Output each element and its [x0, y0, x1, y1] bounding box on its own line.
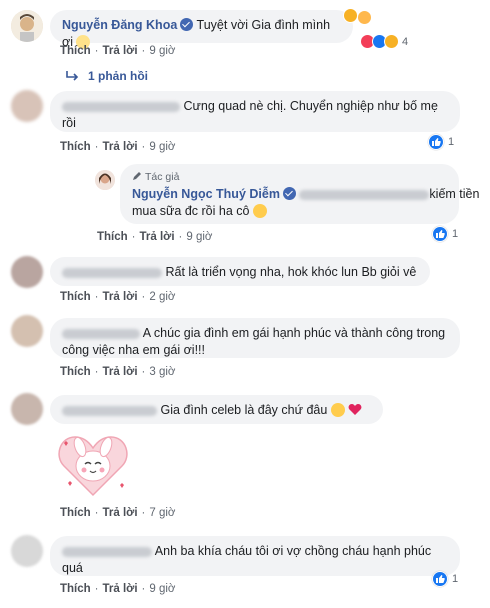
reply-arrow-icon	[66, 71, 79, 81]
reply-link[interactable]: Trả lời	[103, 507, 138, 519]
comment-text: Cưng quad nè chị. Chuyển nghiệp như bố m…	[183, 99, 438, 113]
reply-link[interactable]: Trả lời	[103, 141, 138, 153]
grin-emoji-icon	[330, 403, 345, 417]
grin-emoji-icon	[252, 204, 267, 218]
like-count: 1	[452, 573, 459, 585]
comment-bubble: Rất là triển vọng nha, hok khóc lun Bb g…	[50, 257, 430, 286]
blurred-name	[62, 405, 157, 416]
like-link[interactable]: Thích	[60, 583, 91, 595]
heart-bunny-sticker-icon	[58, 436, 128, 497]
comment-bubble: Nguyễn Đăng Khoa Tuyệt vời Gia đình mình…	[50, 10, 353, 49]
comment-bubble: A chúc gia đình em gái hạnh phúc và thàn…	[50, 318, 460, 358]
avatar[interactable]	[95, 170, 115, 190]
verified-badge-icon	[180, 18, 194, 31]
author-badge: Tác giả	[132, 169, 447, 186]
comment-bubble: Gia đình celeb là đây chứ đâu	[50, 395, 383, 424]
timestamp[interactable]: 2 giờ	[149, 291, 175, 303]
blurred-name	[62, 328, 140, 339]
like-link[interactable]: Thích	[97, 231, 128, 243]
comment-text: Gia đình celeb là đây chứ đâu	[160, 403, 328, 417]
comment-actions: Thích · Trả lời · 2 giờ	[60, 291, 176, 303]
avatar[interactable]	[11, 535, 43, 567]
reply-link[interactable]: Trả lời	[103, 366, 138, 378]
like-link[interactable]: Thích	[60, 45, 91, 57]
like-link[interactable]: Thích	[60, 141, 91, 153]
view-replies-link[interactable]: 1 phản hồi	[64, 69, 148, 83]
red-heart-icon	[348, 404, 362, 415]
pen-icon	[133, 172, 141, 180]
like-count: 1	[448, 136, 455, 148]
timestamp[interactable]: 7 giờ	[149, 507, 175, 519]
comment-text-line2: rồi	[62, 116, 76, 130]
like-count: 1	[452, 228, 459, 240]
avatar[interactable]	[11, 90, 43, 122]
verified-badge-icon	[282, 187, 296, 200]
comment-actions: Thích · Trả lời · 9 giờ	[60, 141, 176, 153]
like-link[interactable]: Thích	[60, 507, 91, 519]
blurred-name	[299, 189, 430, 200]
like-reaction-icon[interactable]	[432, 571, 448, 587]
blurred-name	[62, 101, 180, 112]
reply-link[interactable]: Trả lời	[140, 231, 175, 243]
comment-bubble: Cưng quad nè chị. Chuyển nghiệp như bố m…	[50, 91, 460, 132]
comment-actions: Thích · Trả lời · 9 giờ	[60, 583, 176, 595]
avatar-image	[11, 10, 43, 42]
like-reaction-icon[interactable]	[428, 134, 444, 150]
blurred-name	[62, 267, 162, 278]
sticker-image[interactable]	[56, 431, 130, 501]
avatar-image	[95, 170, 115, 190]
comment-actions: Thích · Trả lời · 3 giờ	[60, 366, 176, 378]
comment-text-line2: mua sữa đc rồi ha cô	[132, 204, 250, 218]
reaction-count[interactable]: 4	[402, 36, 408, 48]
reply-link[interactable]: Trả lời	[103, 583, 138, 595]
avatar[interactable]	[11, 256, 43, 288]
comment-text-line2: công việc nha em gái ơi!!!	[62, 343, 205, 357]
like-reaction-icon[interactable]	[432, 226, 448, 242]
comment-text: Anh ba khía cháu tôi ơi vợ chồng cháu hạ…	[154, 544, 432, 558]
comment-text: Rất là triển vọng nha, hok khóc lun Bb g…	[165, 265, 417, 279]
timestamp[interactable]: 3 giờ	[149, 366, 175, 378]
comment-bubble: Tác giả Nguyễn Ngọc Thuý Diễm kiếm tiền …	[120, 164, 479, 224]
like-link[interactable]: Thích	[60, 366, 91, 378]
comment-actions: Thích · Trả lời · 9 giờ	[97, 231, 213, 243]
commenter-name[interactable]: Nguyễn Đăng Khoa	[62, 18, 177, 32]
like-link[interactable]: Thích	[60, 291, 91, 303]
commenter-name[interactable]: Nguyễn Ngọc Thuý Diễm	[132, 187, 280, 201]
timestamp[interactable]: 9 giờ	[149, 45, 175, 57]
comment-actions: Thích · Trả lời · 9 giờ	[60, 45, 176, 57]
blurred-name	[62, 546, 152, 557]
comment-actions: Thích · Trả lời · 7 giờ	[60, 507, 176, 519]
comment-text: A chúc gia đình em gái hạnh phúc và thàn…	[142, 326, 446, 340]
comment-bubble: Anh ba khía cháu tôi ơi vợ chồng cháu hạ…	[50, 536, 460, 576]
timestamp[interactable]: 9 giờ	[186, 231, 212, 243]
wow-reaction-icon	[384, 34, 399, 49]
haha-reaction-icon	[343, 8, 358, 23]
timestamp[interactable]: 9 giờ	[149, 583, 175, 595]
avatar[interactable]	[11, 10, 43, 42]
timestamp[interactable]: 9 giờ	[149, 141, 175, 153]
comment-text: kiếm tiền	[429, 187, 480, 201]
reply-link[interactable]: Trả lời	[103, 45, 138, 57]
avatar[interactable]	[11, 315, 43, 347]
reply-link[interactable]: Trả lời	[103, 291, 138, 303]
love-face-reaction-icon	[357, 10, 372, 25]
avatar[interactable]	[11, 393, 43, 425]
comment-text-line2: quá	[62, 561, 83, 575]
